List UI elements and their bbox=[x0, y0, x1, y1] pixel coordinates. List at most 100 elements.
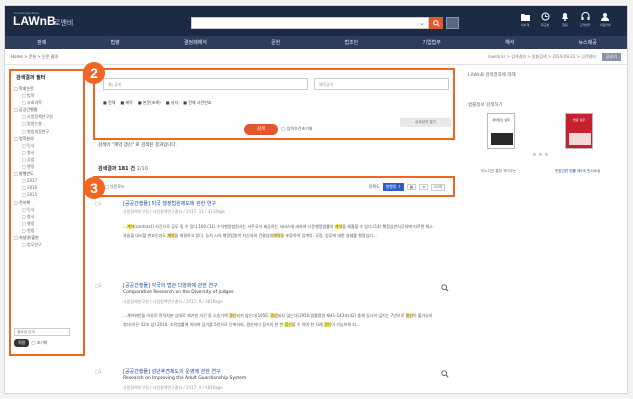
breadcrumb-path: lawnb.kr > 검색결과 > 맞춤검색 > 2019.09.22 > 고객… bbox=[488, 54, 596, 59]
sidebar-filter-item[interactable]: □ 법원논총 bbox=[14, 120, 80, 127]
excerpt-text: 행정법률의 bbox=[315, 224, 335, 229]
sidebar-filter-item[interactable]: □ 법무연구 bbox=[14, 241, 80, 248]
zoom-icon[interactable] bbox=[441, 370, 449, 378]
nav-item[interactable]: 법조인 bbox=[344, 39, 358, 46]
annotation-badge-3: 3 bbox=[83, 177, 105, 199]
sidebar-filter-item[interactable]: □ 행정 bbox=[14, 163, 80, 170]
global-search-input[interactable]: ⌄ bbox=[191, 17, 429, 29]
share-button[interactable]: 공유기 bbox=[601, 53, 621, 61]
sidebar-filter-item[interactable]: □ 행정 bbox=[14, 220, 80, 227]
result-title[interactable]: [공공간행물] 각국의 법관 다양화에 관한 연구 bbox=[123, 282, 218, 289]
book-cover[interactable]: 계약갱신 실무 bbox=[487, 113, 515, 149]
keyword-highlight: 계약 bbox=[167, 232, 175, 238]
result-excerpt: ...계약위반을 이유로 면직처분 상대로 제기한 사건 중 소송가액 갱신되지… bbox=[123, 312, 433, 329]
result-subtitle: Comparative Research on the Diversity of… bbox=[123, 290, 234, 295]
per-page-select[interactable]: 20개 bbox=[431, 183, 445, 191]
result-title[interactable]: [공공간행물] 성년후견제도의 운영에 관한 연구 bbox=[123, 368, 221, 375]
folder-icon bbox=[520, 13, 530, 21]
result-title[interactable]: [공공간행물] 미국 행정법원제도에 관한 연구 bbox=[123, 200, 216, 207]
sidebar-search-input[interactable]: 결과내 검색 bbox=[14, 328, 70, 336]
toolbar-bell[interactable]: 알림 bbox=[557, 12, 573, 27]
keyword-input[interactable]: 예) 검색 bbox=[103, 78, 308, 90]
grid-view-button[interactable]: ▦ bbox=[406, 184, 417, 190]
result-count: 검색결과 181 건 1/10 bbox=[98, 165, 148, 172]
sidebar-filter-item[interactable]: □ 사회과학 bbox=[14, 99, 80, 106]
sidebar-filter-item[interactable]: □ 저널명/출판 bbox=[14, 234, 80, 241]
screenshot-frame: Knowledge Base LAWnB 로앤비 ⌄ 내서재 최근본 알림 고객… bbox=[0, 0, 633, 399]
keyword-highlight: 갱신 bbox=[284, 321, 292, 327]
result-number[interactable]: □2 bbox=[95, 283, 101, 288]
scope-checkbox[interactable]: ■ 전체 bbox=[103, 100, 115, 106]
scope-checkbox[interactable]: ■ 저자 bbox=[166, 100, 178, 106]
sidebar-filter-item[interactable]: □ 민사 bbox=[14, 142, 80, 149]
reset-conditions-button[interactable]: ◯ 입력조건초기화 bbox=[281, 126, 313, 132]
book-title[interactable]: 이노디언 홍정 적어주는 bbox=[481, 169, 516, 174]
sidebar-filter-item[interactable]: □ 학회논문 bbox=[14, 85, 80, 92]
sidebar-filter-item[interactable]: □ 형사 bbox=[14, 149, 80, 156]
toolbar-user[interactable]: 사용안내 bbox=[597, 12, 613, 27]
nav-item[interactable]: 법령 bbox=[110, 39, 119, 46]
search-button[interactable] bbox=[429, 17, 443, 29]
result-subtitle: Research on Improving the Adult Guardian… bbox=[123, 376, 247, 381]
excerpt-text: (contract) 사건으로 공무 및 수 있다.100.(11) 수석행정법… bbox=[134, 224, 316, 229]
nav-item[interactable]: 뉴스제공 bbox=[578, 39, 596, 46]
list-view-button[interactable]: ≡ bbox=[419, 184, 429, 190]
carousel-dots[interactable] bbox=[533, 153, 548, 156]
user-icon bbox=[601, 13, 609, 21]
chevron-down-icon[interactable]: ⌄ bbox=[419, 19, 425, 27]
sidebar-list: □ 학회논문 □ 법학 □ 사회과학 □ 공공간행물 □ 사법정책연구원 □ 법원논총 □ … bbox=[14, 85, 80, 248]
lawnb-logo[interactable]: LAWnB bbox=[13, 14, 56, 28]
sidebar-filter-item[interactable]: □ 발행연도 bbox=[14, 170, 80, 177]
sidebar-filter-item[interactable]: □ 전자책 bbox=[14, 199, 80, 206]
nav-item[interactable]: 판례 bbox=[37, 39, 46, 46]
excerpt-text: 법률에 의하여 임기를 5년으로 단축하되, 갱신하다 장기의 한 번 bbox=[177, 321, 285, 327]
sidebar-filter-item[interactable]: □ 헌법 bbox=[14, 227, 80, 234]
book-cover[interactable]: 법원 실무 bbox=[565, 113, 593, 149]
detail-search-button[interactable] bbox=[446, 17, 459, 29]
sidebar-filter-item[interactable]: □ 사법정책연구원 bbox=[14, 113, 80, 120]
toolbar-headset[interactable]: 고객센터 bbox=[577, 12, 593, 27]
sidebar-filter-item[interactable]: □ 2015 bbox=[14, 191, 80, 198]
sort-date-button[interactable]: 발행일 ↑ bbox=[382, 183, 404, 191]
keyword-highlight: 계약 bbox=[273, 232, 281, 238]
search-submit-button[interactable]: 검색 bbox=[244, 124, 278, 135]
advanced-search-button[interactable]: 상세검색 열기 bbox=[400, 118, 451, 127]
sidebar-reset-button[interactable]: ◯ 초기화 bbox=[31, 340, 47, 346]
scope-checkbox[interactable]: ■ 전체 사전번호 bbox=[183, 100, 211, 106]
nav-item[interactable]: 기업법무 bbox=[422, 39, 440, 46]
result-excerpt: ...계약(contract) 사건으로 공무 및 수 있다.100.(11) … bbox=[123, 223, 433, 240]
sidebar-filter-item[interactable]: □ 2017 bbox=[14, 177, 80, 184]
scope-checkbox[interactable]: ■ 제목 bbox=[120, 100, 132, 106]
excerpt-text: 을 포함하여 업계의, 규정, 업무에 대한 실제를 행정심리... bbox=[280, 232, 377, 238]
apply-button[interactable]: 적용 bbox=[14, 339, 30, 347]
nav-item[interactable]: 문헌 bbox=[271, 39, 280, 46]
sidebar-filter-item[interactable]: □ 형사 bbox=[14, 213, 80, 220]
sidebar-filter-item[interactable]: □ 법학분야 bbox=[14, 135, 80, 142]
toolbar-history[interactable]: 최근본 bbox=[537, 12, 553, 27]
download-checkbox[interactable]: □ 다운로드 bbox=[105, 184, 125, 190]
sidebar-filter-item[interactable]: □ 법학 bbox=[14, 92, 80, 99]
main-nav: 판례 법령 결정례해석 문헌 법조인 기업법무 해석 뉴스제공 bbox=[5, 36, 627, 49]
sidebar-filter-item[interactable]: □ 민사 bbox=[14, 206, 80, 213]
result-number[interactable]: □3 bbox=[95, 369, 101, 374]
search-form: 예) 검색 제목검색 ■ 전체 ■ 제목 ■ 본문(초록) ■ 저자 ■ 전체 … bbox=[93, 68, 455, 140]
sidebar-filter-item[interactable]: □ 형법개정연구 bbox=[14, 128, 80, 135]
title-search-input[interactable]: 제목검색 bbox=[314, 78, 449, 90]
sidebar-filter-item[interactable]: □ 2016 bbox=[14, 184, 80, 191]
book-title[interactable]: 민법관련 법률 제5조 민사소송 bbox=[555, 169, 600, 174]
sort-accuracy[interactable]: 정확도 bbox=[369, 184, 380, 190]
toolbar-history-label: 최근본 bbox=[540, 23, 550, 27]
search-scope-checks: ■ 전체 ■ 제목 ■ 본문(초록) ■ 저자 ■ 전체 사전번호 bbox=[103, 100, 212, 106]
top-header: Knowledge Base LAWnB 로앤비 ⌄ 내서재 최근본 알림 고객… bbox=[5, 6, 627, 36]
sidebar-filter-item[interactable]: □ 공법 bbox=[14, 156, 80, 163]
nav-item[interactable]: 해석 bbox=[505, 39, 514, 46]
toolbar-folder[interactable]: 내서재 bbox=[517, 12, 533, 27]
nav-item[interactable]: 결정례해석 bbox=[184, 39, 207, 46]
excerpt-text: 고 있다. 능차 시의 행정법원의 자산과의 건물임대 bbox=[190, 232, 274, 238]
result-number[interactable]: □1 bbox=[95, 201, 101, 206]
excerpt-text: 할 수 하여 한 차례 bbox=[291, 321, 324, 327]
sidebar-filter-item[interactable]: □ 공공간행물 bbox=[14, 106, 80, 113]
excerpt-text: 을 체결하 bbox=[174, 232, 191, 238]
zoom-icon[interactable] bbox=[441, 284, 449, 292]
scope-checkbox[interactable]: ■ 본문(초록) bbox=[138, 100, 161, 106]
